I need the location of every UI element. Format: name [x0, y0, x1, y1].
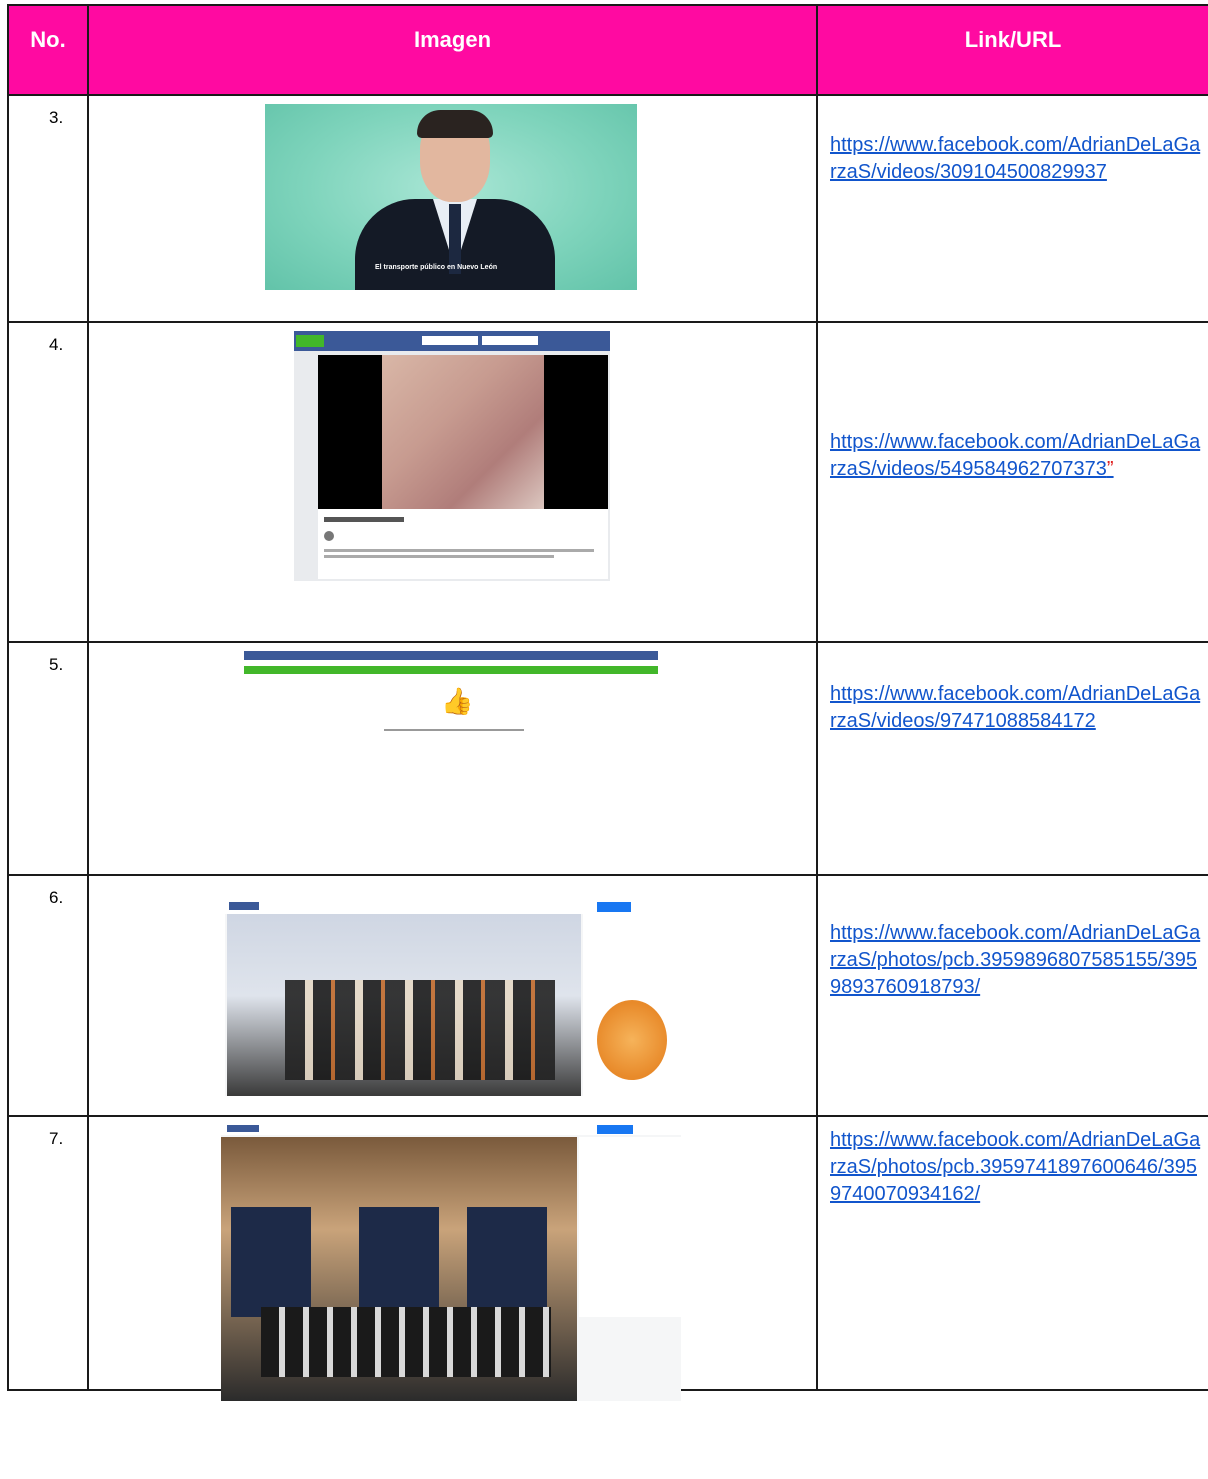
facebook-link[interactable]: https://www.facebook.com/AdrianDeLaGarza… — [830, 132, 1202, 186]
header-row: No. Imagen Link/URL — [7, 4, 1208, 96]
row-number-cell: 6. — [7, 874, 89, 1117]
image-cell: 👍 — [87, 641, 818, 876]
facebook-video-screenshot — [294, 331, 610, 581]
link-cell: https://www.facebook.com/AdrianDeLaGarza… — [816, 94, 1208, 323]
facebook-logo — [229, 902, 259, 910]
campaign-banner — [231, 1207, 311, 1317]
header-image: Imagen — [87, 4, 818, 96]
facebook-unavailable-screenshot: 👍 — [244, 651, 658, 741]
campaign-banner — [359, 1207, 439, 1317]
table-row: 6. https://www.facebook.com/AdrianDeLaGa… — [7, 874, 1208, 1117]
event-photo — [221, 1137, 577, 1401]
row-number: 5. — [49, 655, 64, 674]
facebook-link[interactable]: https://www.facebook.com/AdrianDeLaGarza… — [830, 681, 1202, 735]
facebook-logo — [227, 1125, 259, 1132]
link-cell: https://www.facebook.com/AdrianDeLaGarza… — [816, 321, 1208, 643]
post-title-line — [324, 517, 404, 522]
image-cell — [87, 874, 818, 1117]
facebook-link[interactable]: https://www.facebook.com/AdrianDeLaGarza… — [830, 1127, 1202, 1208]
fb-green-button — [296, 335, 324, 347]
table-row: 4. https://www.facebook.com/AdrianDeLaGa… — [7, 321, 1208, 643]
facebook-photo-screenshot — [221, 1123, 681, 1401]
group-people — [285, 980, 555, 1080]
comment-panel — [579, 1137, 681, 1317]
facebook-photo-screenshot — [225, 900, 679, 1096]
row-number: 4. — [49, 335, 64, 354]
post-card — [318, 509, 608, 579]
link-cell: https://www.facebook.com/AdrianDeLaGarza… — [816, 874, 1208, 1117]
fb-login-button — [597, 902, 631, 912]
row-number: 3. — [49, 108, 64, 127]
fb-green-bar — [244, 666, 658, 674]
row-number-cell: 5. — [7, 641, 89, 876]
notice-text-line — [384, 729, 524, 731]
group-people — [261, 1307, 551, 1377]
campaign-banner — [467, 1207, 547, 1317]
table-row: 3. El transporte público en Nuevo León h… — [7, 94, 1208, 323]
fb-password-field — [482, 336, 538, 345]
fb-top-bar — [244, 651, 658, 660]
row-number: 7. — [49, 1129, 64, 1148]
header-link: Link/URL — [816, 4, 1208, 96]
facebook-link[interactable]: https://www.facebook.com/AdrianDeLaGarza… — [830, 920, 1202, 1001]
video-caption: El transporte público en Nuevo León — [375, 264, 498, 271]
link-cell: https://www.facebook.com/AdrianDeLaGarza… — [816, 641, 1208, 876]
post-text-line — [324, 555, 554, 558]
row-number-cell: 3. — [7, 94, 89, 323]
post-text-line — [324, 549, 594, 552]
video-player — [318, 355, 608, 509]
fb-login-button — [597, 1125, 633, 1134]
avatar — [324, 531, 334, 541]
row-number-cell: 4. — [7, 321, 89, 643]
facebook-link[interactable]: https://www.facebook.com/AdrianDeLaGarza… — [830, 429, 1202, 483]
video-thumbnail: El transporte público en Nuevo León — [265, 104, 637, 290]
table-row: 7. https://www.facebook.com/AdrianDeLaGa… — [7, 1115, 1208, 1401]
video-frame — [382, 355, 544, 509]
image-cell — [87, 1115, 818, 1401]
image-cell: El transporte público en Nuevo León — [87, 94, 818, 323]
link-cell: https://www.facebook.com/AdrianDeLaGarza… — [816, 1115, 1208, 1391]
bravo-sticker — [597, 1000, 667, 1080]
header-no: No. — [7, 4, 89, 96]
thumbs-up-icon: 👍 — [441, 686, 474, 716]
row-number-cell: 7. — [7, 1115, 89, 1391]
table-row: 5. 👍 https://www.facebook.com/AdrianDeLa… — [7, 641, 1208, 876]
row-number: 6. — [49, 888, 64, 907]
evidence-table: No. Imagen Link/URL 3. El transporte púb… — [7, 4, 1208, 1401]
hair-shape — [417, 110, 493, 138]
fb-login-field — [422, 336, 478, 345]
image-cell — [87, 321, 818, 643]
